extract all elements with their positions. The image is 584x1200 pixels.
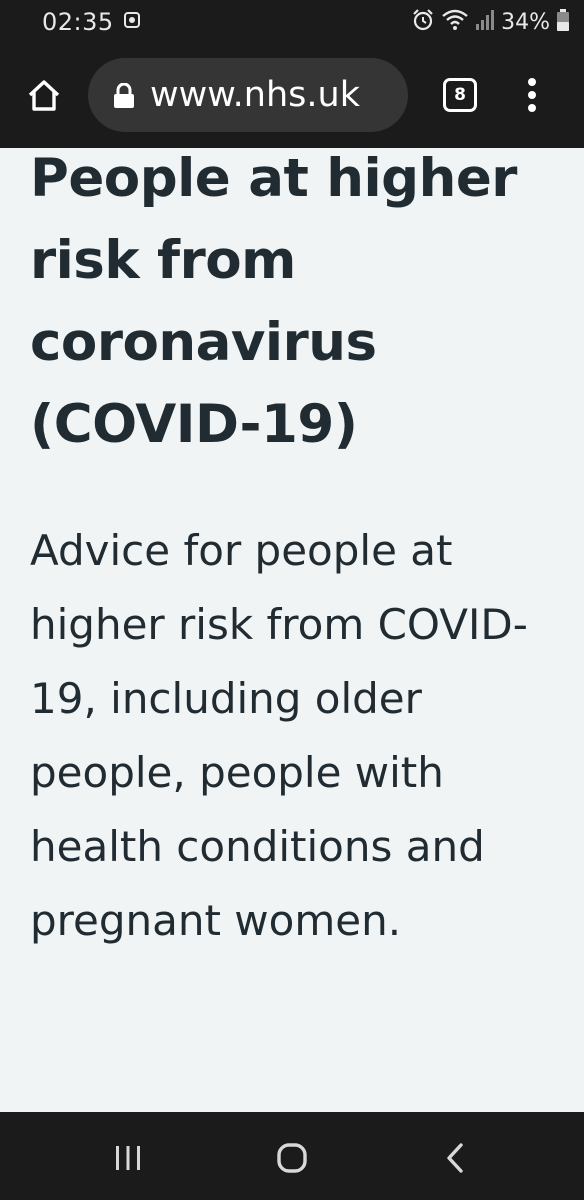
back-icon[interactable]	[444, 1142, 466, 1174]
lock-icon[interactable]	[113, 82, 135, 109]
tab-switcher-button[interactable]: 8	[443, 78, 477, 112]
page-content: People at higher risk from coronavirus (…	[0, 148, 584, 1112]
system-nav-bar	[0, 1112, 584, 1200]
recents-icon[interactable]	[113, 1144, 143, 1172]
browser-toolbar: www.nhs.uk 8	[0, 46, 584, 148]
alarm-icon	[411, 8, 435, 36]
battery-percent: 34%	[501, 9, 550, 35]
status-time: 02:35	[42, 8, 114, 36]
more-vert-icon[interactable]	[520, 74, 544, 116]
page-title: People at higher risk from coronavirus (…	[30, 148, 517, 455]
address-bar[interactable]: www.nhs.uk	[88, 58, 408, 132]
status-icons: 34%	[411, 8, 570, 36]
battery-icon	[556, 8, 570, 36]
page-lede: Advice for people at higher risk from CO…	[30, 526, 528, 945]
status-bar: 02:35 34%	[0, 0, 584, 46]
home-icon[interactable]	[24, 76, 64, 116]
nav-home-icon[interactable]	[276, 1143, 308, 1173]
notification-icon	[124, 12, 140, 28]
signal-icon	[475, 9, 495, 35]
url-text[interactable]: www.nhs.uk	[150, 70, 400, 120]
wifi-icon	[441, 8, 469, 36]
